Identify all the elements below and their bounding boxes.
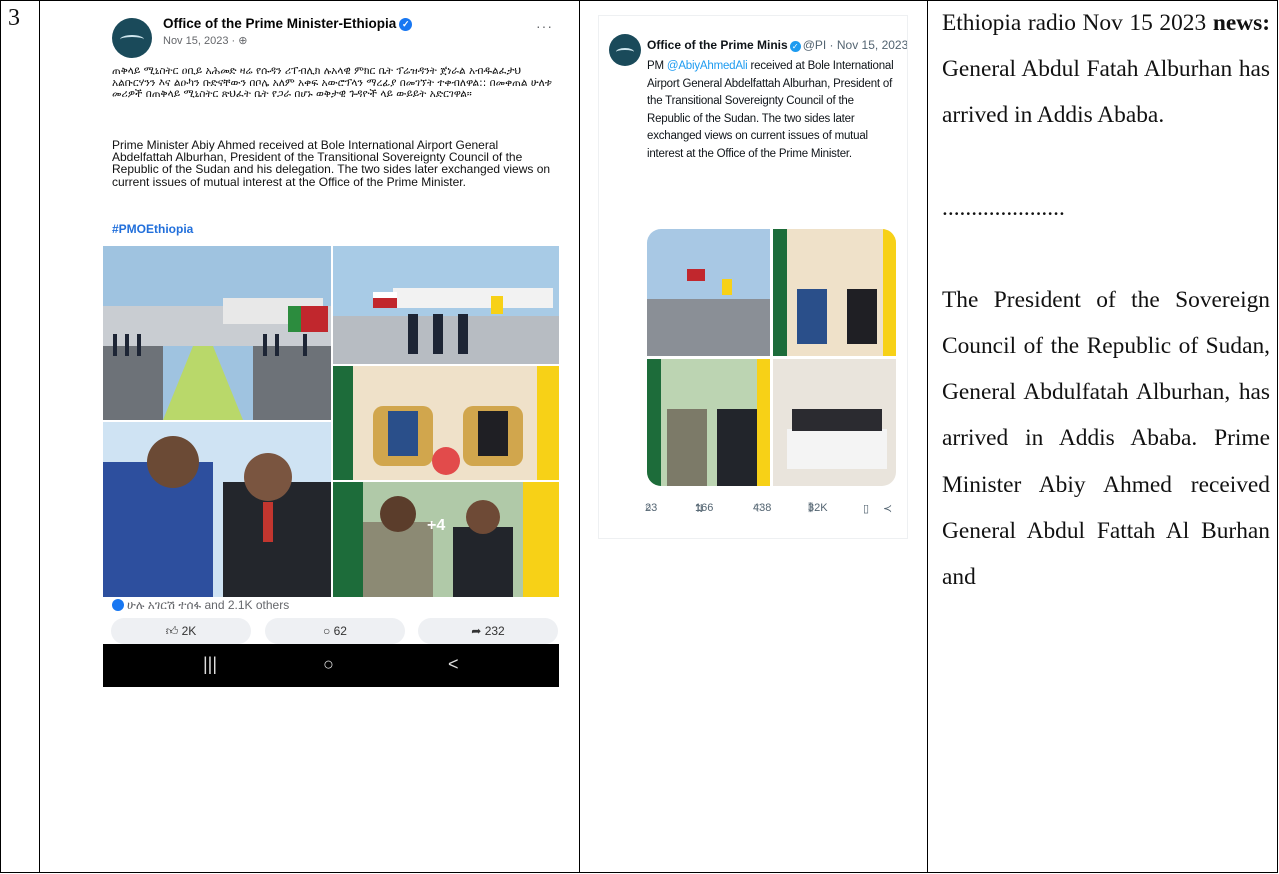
recents-button[interactable]: ||| [203,654,217,675]
post-text-amharic: ጠቅላይ ሚኒስትር ዐቢይ አሕመድ ዛሬ የሱዳን ሪፐብሊክ ሉአላዊ ም… [112,65,552,100]
android-nav-bar: ||| ○ < [103,644,559,687]
reaction-summary: ሁሉ አገርሽ ተሰፋ and 2.1K others [112,598,289,613]
news-paragraph: Ethiopia radio Nov 15 2023 news: General… [942,10,1270,129]
share-icon: ➦ [471,624,482,638]
handshake-closeup-photo: +4 [333,482,559,597]
airport-arrival-photo [103,246,331,420]
facebook-post-screenshot: Office of the Prime Minister-Ethiopia ✓ N… [103,10,559,687]
verified-badge-icon: ✓ [789,41,801,52]
comment-button[interactable]: ○ 62 [265,618,405,644]
hashtag: #PMOEthiopia [112,222,194,236]
verified-badge-icon: ✓ [399,18,413,31]
handle-date: @PI · Nov 15, 2023 [802,38,908,52]
share-icon[interactable]: ≺ [883,502,892,515]
x-post-screenshot: Office of the Prime Minis ✓ @PI · Nov 15, … [598,15,908,539]
description-text: Ethiopia radio Nov 15 2023 news: General… [942,0,1270,600]
detail-paragraph: The President of the Sovereign Council o… [942,286,1270,591]
column-divider [39,1,40,872]
display-name: Office of the Prime Minis [647,38,788,52]
page-avatar [112,18,152,58]
back-button[interactable]: < [448,654,459,675]
column-divider [579,1,580,872]
more-photos-count[interactable]: +4 [427,517,445,535]
thumbs-up-icon: 👍︎ [165,624,179,638]
like-button[interactable]: 👍︎ 2K [111,618,251,644]
post-text-english: Prime Minister Abiy Ahmed received at Bo… [112,138,551,189]
column-divider [927,1,928,872]
more-dots-icon: ··· [536,18,553,34]
account-avatar [609,34,641,66]
post-header: Office of the Prime Minis ✓ @PI · Nov 15, … [647,38,908,52]
page-name: Office of the Prime Minister-Ethiopia ✓ [163,16,413,31]
row-number: 3 [8,5,20,31]
leaders-walking-photo [333,246,559,364]
home-button[interactable]: ○ [323,654,334,675]
like-reaction-icon [112,599,124,611]
separator-dots: ..................... [942,194,1065,221]
meeting-photo [333,366,559,480]
share-button[interactable]: ➦ 232 [418,618,558,644]
photo-grid[interactable] [647,229,896,486]
comment-icon: ○ [323,624,331,638]
mention-link[interactable]: @AbiyAhmedAli [667,60,748,72]
globe-icon: ⊕ [238,35,248,47]
post-text: PM @AbiyAhmedAli received at Bole Intern… [647,60,894,160]
bookmark-icon[interactable]: ▯ [863,502,869,515]
handshake-photo [103,422,331,597]
post-date: Nov 15, 2023 · ⊕ [163,35,248,47]
